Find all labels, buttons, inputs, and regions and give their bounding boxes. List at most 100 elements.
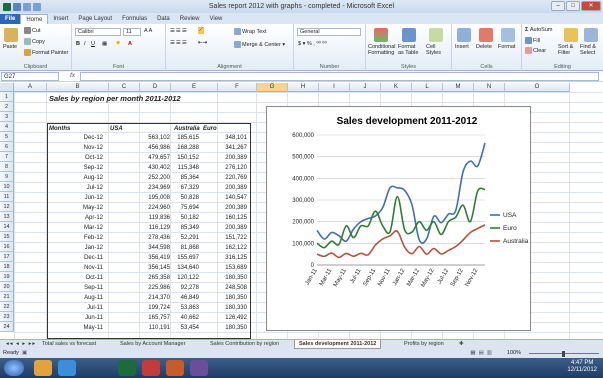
- row-header[interactable]: 18: [0, 262, 14, 272]
- grow-font-icon[interactable]: A A: [144, 28, 152, 34]
- underline-button[interactable]: U: [91, 41, 95, 47]
- sort-filter-button[interactable]: Sort & Filter: [558, 44, 578, 56]
- table-cell[interactable]: 200,389: [203, 203, 249, 213]
- table-cell[interactable]: 115,348: [174, 163, 201, 173]
- sheet-nav-arrows[interactable]: ◂◂ ◂ ▸ ▸▸: [2, 340, 40, 349]
- table-cell[interactable]: May-11: [47, 323, 105, 333]
- row-header[interactable]: 20: [0, 282, 14, 292]
- column-header[interactable]: O: [505, 83, 570, 92]
- start-button-icon[interactable]: [4, 360, 24, 376]
- row-header[interactable]: 8: [0, 162, 14, 172]
- merge-center-button[interactable]: Merge & Center ▾: [234, 41, 285, 48]
- format-button[interactable]: Format: [498, 44, 515, 50]
- table-cell[interactable]: 40,662: [174, 313, 201, 323]
- sheet-tab-account-manager[interactable]: Sales by Account Manager: [116, 340, 189, 349]
- row-header[interactable]: 11: [0, 192, 14, 202]
- new-sheet-icon[interactable]: ✚: [455, 340, 468, 349]
- select-all-corner[interactable]: [0, 83, 14, 92]
- tab-page-layout[interactable]: Page Layout: [73, 14, 117, 24]
- table-cell[interactable]: May-12: [47, 203, 105, 213]
- table-cell[interactable]: 155,697: [174, 253, 201, 263]
- table-cell[interactable]: 52,291: [174, 233, 201, 243]
- table-cell[interactable]: 50,828: [174, 193, 201, 203]
- table-cell[interactable]: 456,986: [110, 143, 172, 153]
- column-header[interactable]: M: [443, 83, 474, 92]
- column-header[interactable]: C: [109, 83, 140, 92]
- table-cell[interactable]: Apr-12: [47, 213, 105, 223]
- row-header[interactable]: 4: [0, 122, 14, 132]
- indent-icon[interactable]: ⇤⇥: [198, 40, 207, 46]
- orientation-icon[interactable]: ⟋: [198, 27, 204, 34]
- table-cell[interactable]: 200,389: [203, 183, 249, 193]
- row-header[interactable]: 1: [0, 92, 14, 102]
- table-cell[interactable]: 53,863: [174, 303, 201, 313]
- table-cell[interactable]: Nov-11: [47, 263, 105, 273]
- tab-home[interactable]: Home: [20, 14, 49, 24]
- copy-button[interactable]: Copy: [24, 38, 45, 45]
- table-cell[interactable]: Jun-11: [47, 313, 105, 323]
- table-cell[interactable]: 110,191: [110, 323, 172, 333]
- table-cell[interactable]: 150,152: [174, 153, 201, 163]
- table-cell[interactable]: Aug-11: [47, 293, 105, 303]
- sheet-tab-profits[interactable]: Profits by region: [400, 340, 448, 349]
- cell-styles-button[interactable]: Cell Styles: [426, 44, 448, 56]
- zoom-slider-thumb[interactable]: [562, 351, 565, 357]
- format-painter-button[interactable]: Format Painter: [24, 49, 68, 56]
- paste-button[interactable]: Paste: [3, 44, 17, 50]
- row-header[interactable]: 7: [0, 152, 14, 162]
- row-header[interactable]: 6: [0, 142, 14, 152]
- table-cell[interactable]: 119,836: [110, 213, 172, 223]
- format-table-button[interactable]: Format as Table: [398, 44, 422, 56]
- row-header[interactable]: 12: [0, 202, 14, 212]
- table-cell[interactable]: Jul-11: [47, 303, 105, 313]
- table-cell[interactable]: 180,350: [203, 293, 249, 303]
- system-clock[interactable]: 4:47 PM 12/11/2012: [567, 360, 597, 374]
- tab-formulas[interactable]: Formulas: [117, 14, 152, 24]
- font-size-combo[interactable]: 11: [123, 28, 141, 36]
- table-cell[interactable]: 200,389: [203, 223, 249, 233]
- table-cell[interactable]: 200,389: [203, 153, 249, 163]
- ie-icon[interactable]: [58, 360, 76, 376]
- column-header[interactable]: H: [288, 83, 319, 92]
- table-cell[interactable]: 356,419: [110, 253, 172, 263]
- row-header[interactable]: 5: [0, 132, 14, 142]
- column-header[interactable]: L: [412, 83, 443, 92]
- table-cell[interactable]: Aug-12: [47, 173, 105, 183]
- row-header[interactable]: 10: [0, 182, 14, 192]
- row-header[interactable]: 17: [0, 252, 14, 262]
- table-cell[interactable]: Jun-12: [47, 193, 105, 203]
- table-cell[interactable]: Jan-12: [47, 243, 105, 253]
- column-header[interactable]: F: [218, 83, 257, 92]
- table-cell[interactable]: 220,769: [203, 173, 249, 183]
- column-header[interactable]: E: [171, 83, 218, 92]
- table-cell[interactable]: 46,849: [174, 293, 201, 303]
- fx-icon[interactable]: fx: [70, 72, 75, 79]
- table-cell[interactable]: 224,960: [110, 203, 172, 213]
- table-cell[interactable]: Sep-11: [47, 283, 105, 293]
- row-header[interactable]: 16: [0, 242, 14, 252]
- row-header[interactable]: 9: [0, 172, 14, 182]
- table-cell[interactable]: 120,122: [174, 273, 201, 283]
- table-cell[interactable]: 126,492: [203, 313, 249, 323]
- table-cell[interactable]: 85,364: [174, 173, 201, 183]
- tab-file[interactable]: File: [0, 14, 21, 24]
- row-header[interactable]: 2: [0, 102, 14, 112]
- view-buttons[interactable]: ▦▤▥: [470, 349, 495, 358]
- number-format-icons[interactable]: $ ▾ % , ⁰⁰ ⁰⁰: [298, 41, 327, 47]
- table-cell[interactable]: 276,120: [203, 163, 249, 173]
- formula-input[interactable]: [80, 72, 599, 81]
- excel-taskbar-icon[interactable]: [118, 360, 136, 376]
- table-cell[interactable]: 214,370: [110, 293, 172, 303]
- autosum-button[interactable]: Σ AutoSum: [525, 27, 552, 33]
- fill-button[interactable]: Fill: [525, 37, 540, 44]
- row-header[interactable]: 14: [0, 222, 14, 232]
- italic-button[interactable]: I: [84, 41, 86, 47]
- table-cell[interactable]: 195,008: [110, 193, 172, 203]
- minimize-button[interactable]: –: [551, 1, 565, 11]
- row-header[interactable]: 13: [0, 212, 14, 222]
- number-format-combo[interactable]: General: [297, 28, 361, 36]
- row-header[interactable]: 15: [0, 232, 14, 242]
- tab-view[interactable]: View: [204, 14, 227, 24]
- clear-button[interactable]: Clear: [525, 47, 546, 54]
- column-header[interactable]: G: [257, 83, 288, 92]
